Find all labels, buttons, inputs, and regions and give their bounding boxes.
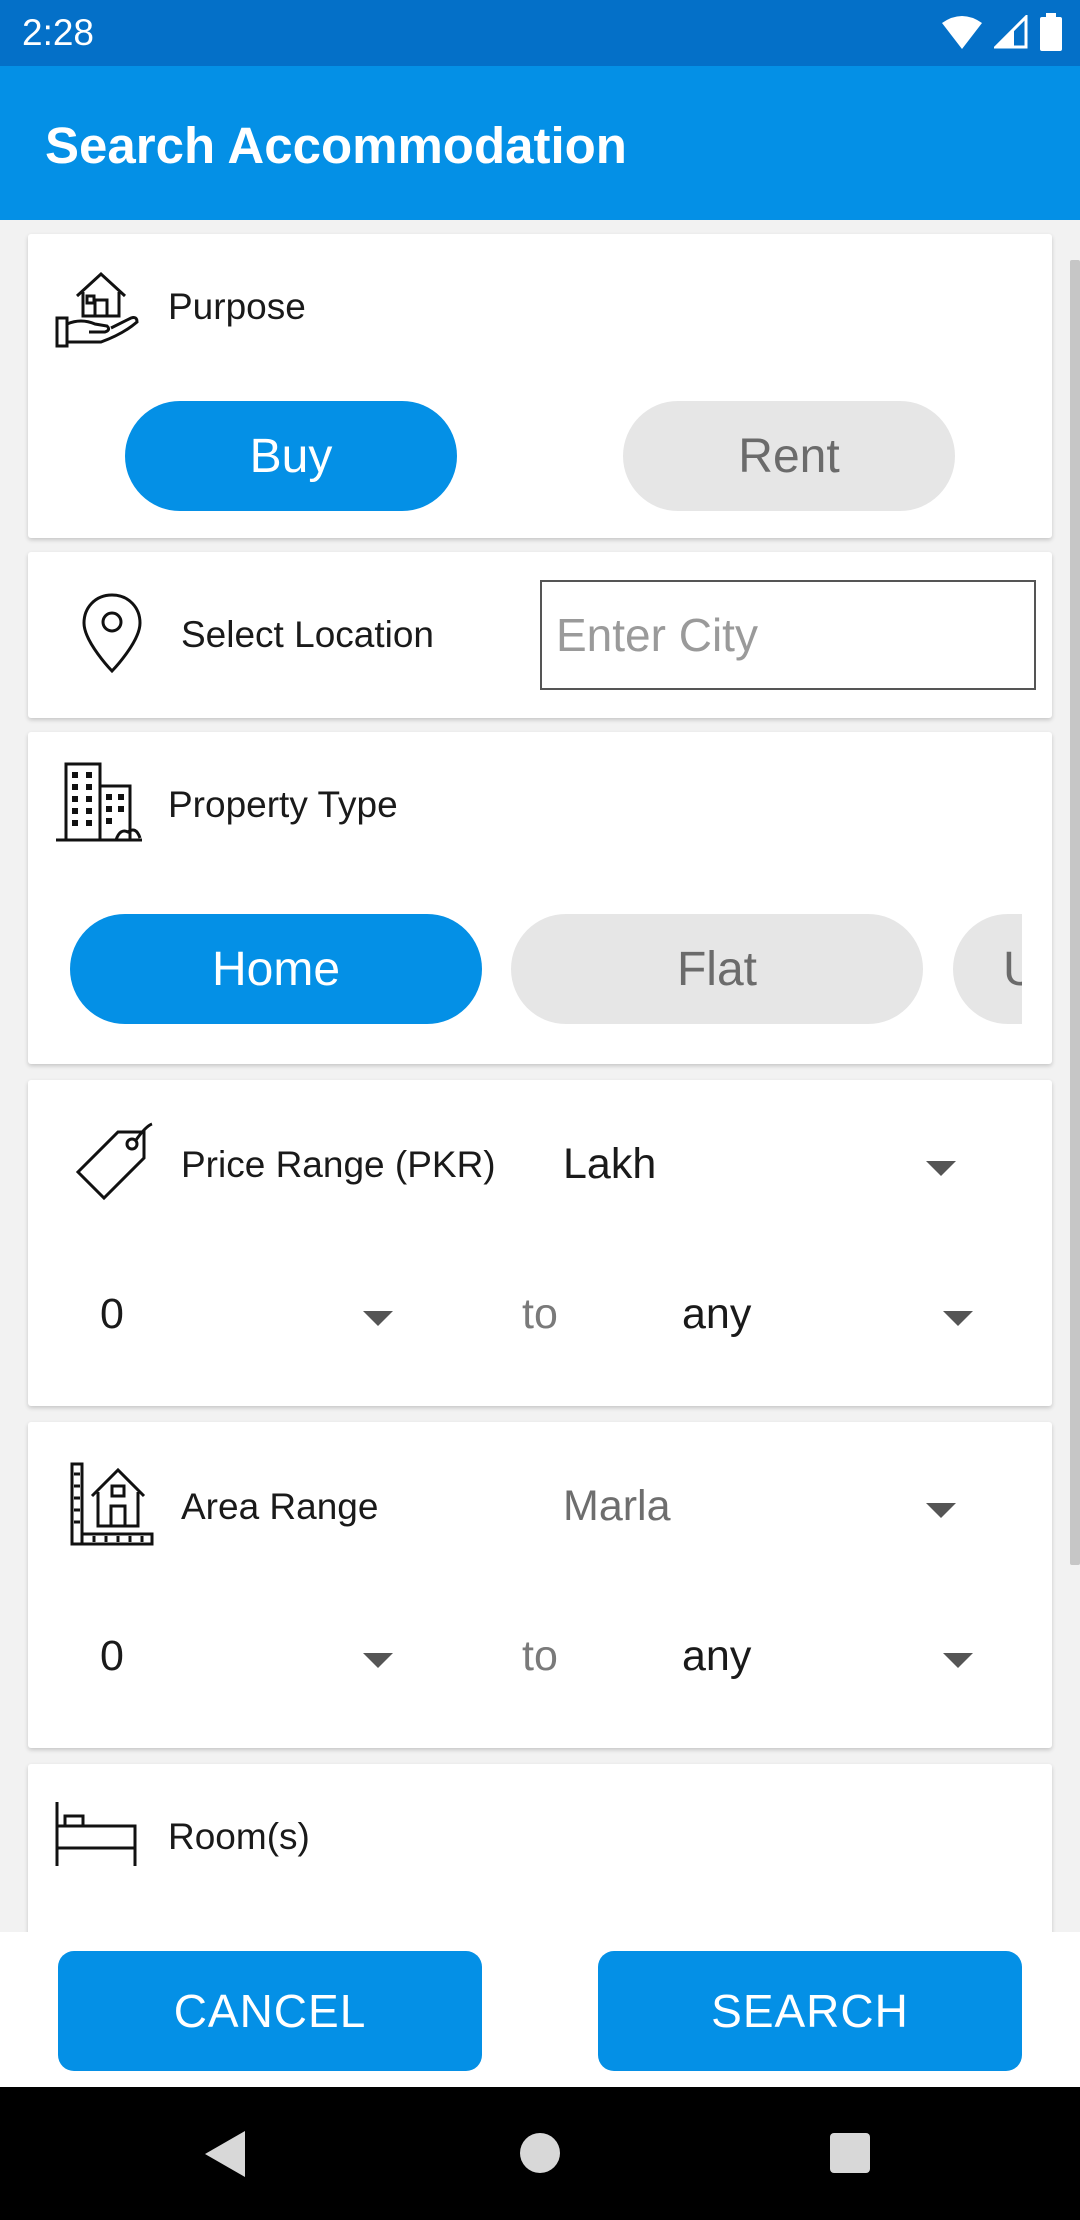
area-min-value: 0 [100, 1632, 124, 1680]
area-unit-value: Marla [563, 1482, 671, 1530]
area-range-card: Area Range Marla 0 to any [28, 1422, 1052, 1748]
chevron-down-icon [926, 1503, 956, 1518]
bed-icon [55, 1802, 137, 1866]
status-time: 2:28 [22, 12, 95, 53]
buildings-icon [56, 762, 142, 842]
home-icon[interactable] [520, 2133, 560, 2173]
rooms-card: Room(s) [28, 1764, 1052, 1932]
price-range-label: Price Range (PKR) [181, 1144, 496, 1185]
app-bar: Search Accommodation [0, 66, 1080, 220]
cancel-button[interactable]: CANCEL [58, 1951, 482, 2071]
rooms-label: Room(s) [168, 1816, 310, 1857]
property-type-card: Property Type Home Flat U [28, 732, 1052, 1064]
area-range-label: Area Range [181, 1486, 379, 1527]
recent-apps-icon[interactable] [830, 2133, 870, 2173]
property-type-flat-button[interactable]: Flat [511, 914, 923, 1024]
property-type-label: Property Type [168, 784, 398, 825]
chevron-down-icon [943, 1311, 973, 1326]
bottom-action-bar: CANCEL SEARCH [0, 1932, 1080, 2087]
price-min-value: 0 [100, 1290, 124, 1338]
property-type-chips[interactable]: Home Flat U [70, 912, 1022, 1026]
property-type-more-button[interactable]: U [953, 914, 1022, 1024]
price-tag-icon [75, 1122, 153, 1201]
wifi-icon [942, 16, 982, 49]
chevron-down-icon [926, 1161, 956, 1176]
purpose-buy-button[interactable]: Buy [125, 401, 457, 511]
chevron-down-icon [943, 1653, 973, 1668]
system-nav-bar [0, 2087, 1080, 2220]
search-form[interactable]: Purpose Buy Rent Select Location Enter C… [0, 220, 1080, 1932]
purpose-label: Purpose [168, 286, 306, 327]
map-pin-icon [82, 593, 142, 674]
area-to-label: to [522, 1632, 558, 1680]
area-max-value: any [682, 1632, 752, 1680]
battery-icon [1040, 13, 1062, 51]
cellular-signal-icon [994, 15, 1028, 49]
scrollbar[interactable] [1070, 260, 1080, 1565]
status-icons [942, 12, 1062, 52]
city-input[interactable] [540, 580, 1036, 690]
chevron-down-icon [363, 1311, 393, 1326]
price-range-card: Price Range (PKR) Lakh 0 to any [28, 1080, 1052, 1406]
location-card: Select Location [28, 552, 1052, 718]
area-measure-icon [70, 1462, 154, 1546]
purpose-card: Purpose Buy Rent [28, 234, 1052, 538]
search-button[interactable]: SEARCH [598, 1951, 1022, 2071]
location-label: Select Location [181, 614, 435, 655]
house-hand-icon [55, 271, 139, 348]
property-type-home-button[interactable]: Home [70, 914, 482, 1024]
page-title: Search Accommodation [45, 117, 627, 174]
back-icon[interactable] [205, 2131, 245, 2177]
status-bar: 2:28 [0, 0, 1080, 66]
price-unit-value: Lakh [563, 1140, 657, 1188]
price-to-label: to [522, 1290, 558, 1338]
chevron-down-icon [363, 1653, 393, 1668]
price-max-value: any [682, 1290, 752, 1338]
purpose-rent-button[interactable]: Rent [623, 401, 955, 511]
